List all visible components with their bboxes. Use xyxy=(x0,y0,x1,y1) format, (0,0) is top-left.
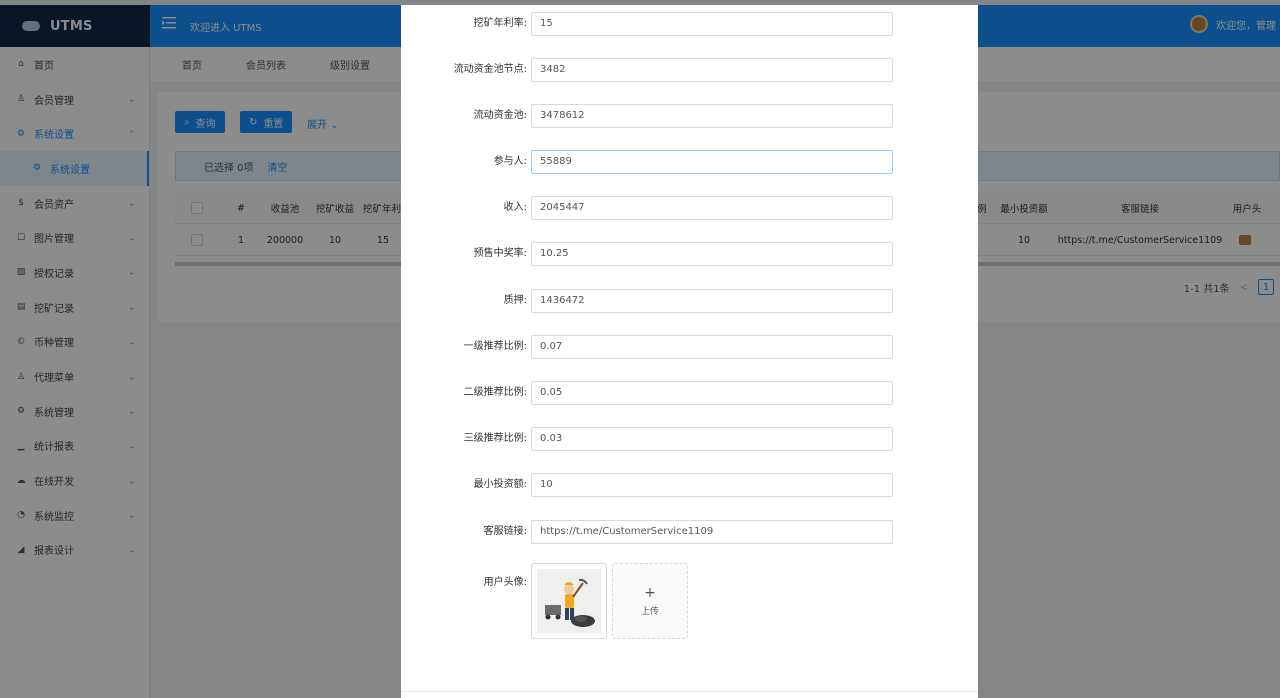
upload-label: 上传 xyxy=(640,606,659,617)
field-label: 参与人: xyxy=(493,156,527,167)
form-row-participants: 参与人: 55889 xyxy=(401,150,978,174)
form-row-level3-ratio: 三级推荐比例: 0.03 xyxy=(401,427,978,451)
income-input[interactable]: 2045447 xyxy=(531,196,893,220)
field-label: 一级推荐比例: xyxy=(463,341,527,352)
field-label: 质押: xyxy=(503,295,527,306)
mining-rate-input[interactable]: 15 xyxy=(531,12,893,36)
field-label: 预售中奖率: xyxy=(473,248,527,259)
pledge-input[interactable]: 1436472 xyxy=(531,289,893,313)
form-row-mining-rate: 挖矿年利率: 15 xyxy=(401,12,978,36)
level3-ratio-input[interactable]: 0.03 xyxy=(531,427,893,451)
liquidity-pool-input[interactable]: 3478612 xyxy=(531,104,893,128)
form-row-level1-ratio: 一级推荐比例: 0.07 xyxy=(401,335,978,359)
form-row-pledge: 质押: 1436472 xyxy=(401,289,978,313)
miner-image xyxy=(545,578,595,627)
field-label: 二级推荐比例: xyxy=(463,387,527,398)
avatar-preview[interactable] xyxy=(531,563,607,639)
plus-icon: + xyxy=(644,584,656,601)
cs-link-input[interactable]: https://t.me/CustomerService1109 xyxy=(531,520,893,544)
field-label: 三级推荐比例: xyxy=(463,433,527,444)
level1-ratio-input[interactable]: 0.07 xyxy=(531,335,893,359)
field-label: 最小投资额: xyxy=(473,479,527,490)
form-row-cs-link: 客服链接: https://t.me/CustomerService1109 xyxy=(401,520,978,544)
form-row-presale-win-rate: 预售中奖率: 10.25 xyxy=(401,242,978,266)
presale-win-rate-input[interactable]: 10.25 xyxy=(531,242,893,266)
field-label: 收入: xyxy=(503,202,527,213)
min-invest-input[interactable]: 10 xyxy=(531,473,893,497)
level2-ratio-input[interactable]: 0.05 xyxy=(531,381,893,405)
form-row-min-invest: 最小投资额: 10 xyxy=(401,473,978,497)
field-label: 挖矿年利率: xyxy=(473,18,527,29)
field-label: 客服链接: xyxy=(483,526,527,537)
field-label: 流动资金池: xyxy=(473,110,527,121)
modal-footer-divider xyxy=(401,691,978,692)
edit-modal: 挖矿年利率: 15 流动资金池节点: 3482 流动资金池: 3478612 参… xyxy=(401,5,978,698)
upload-button[interactable]: + 上传 xyxy=(612,563,688,639)
form-row-level2-ratio: 二级推荐比例: 0.05 xyxy=(401,381,978,405)
form-row-liquidity-pool-node: 流动资金池节点: 3482 xyxy=(401,58,978,82)
avatar-field-label: 用户头像: xyxy=(483,577,527,588)
form-row-liquidity-pool: 流动资金池: 3478612 xyxy=(401,104,978,128)
field-label: 流动资金池节点: xyxy=(453,64,527,75)
miner-illustration xyxy=(537,569,601,633)
form-row-income: 收入: 2045447 xyxy=(401,196,978,220)
participants-input[interactable]: 55889 xyxy=(531,150,893,174)
liquidity-pool-node-input[interactable]: 3482 xyxy=(531,58,893,82)
